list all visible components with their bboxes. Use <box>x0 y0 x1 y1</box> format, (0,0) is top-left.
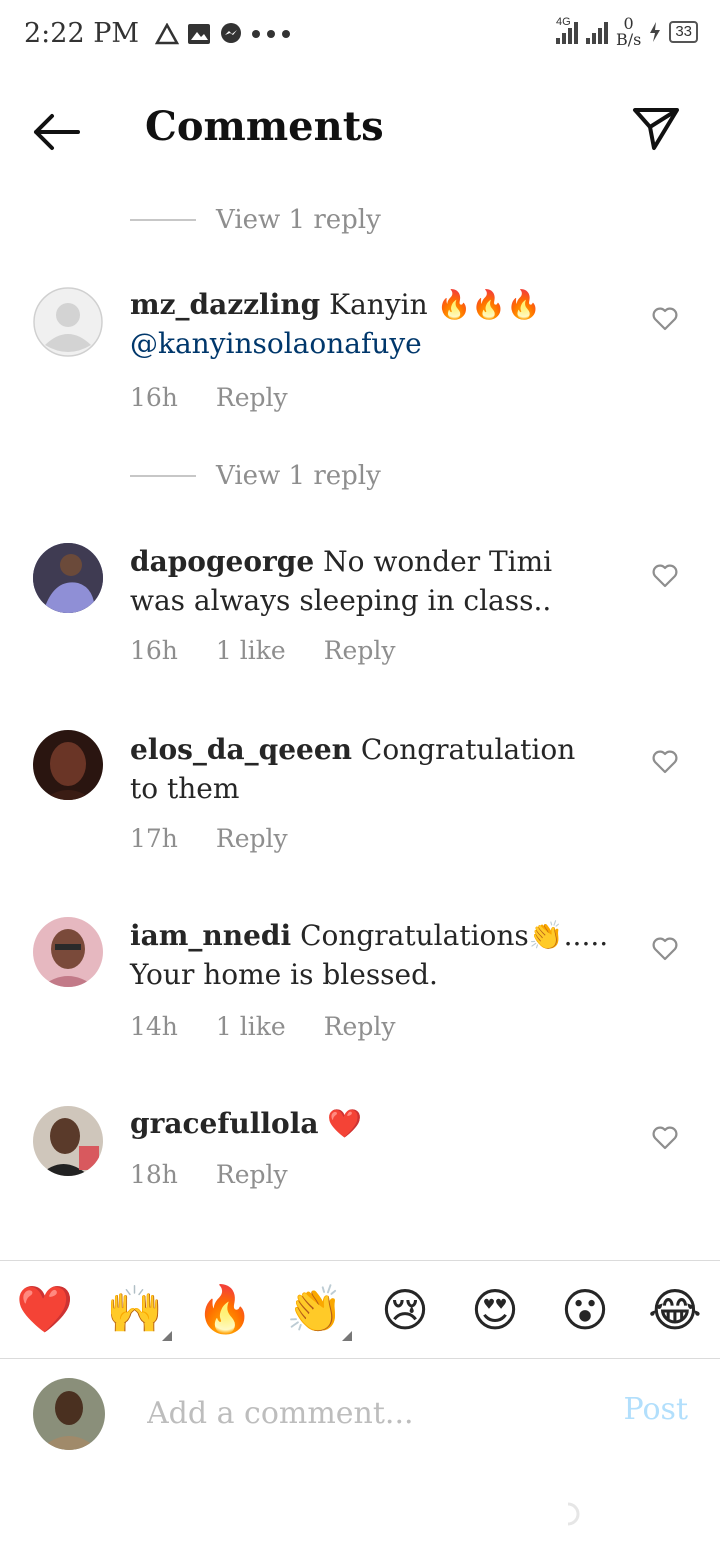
page-title: Comments <box>145 103 384 150</box>
comment-text-block: gracefullola ❤️ <box>130 1104 610 1143</box>
more-dots-icon <box>252 30 290 38</box>
profile-photo <box>33 543 103 613</box>
comment-meta: 16h Reply <box>130 383 288 412</box>
profile-photo <box>33 1106 103 1176</box>
comment-time: 18h <box>130 1160 178 1189</box>
emoji-raised-hands[interactable]: 🙌 <box>100 1282 172 1341</box>
avatar[interactable] <box>33 287 103 357</box>
my-avatar <box>33 1378 105 1450</box>
emoji-heart[interactable]: ❤️ <box>10 1282 80 1337</box>
like-count[interactable]: 1 like <box>216 1012 286 1041</box>
comment-text-block: dapogeorge No wonder Timi was always sle… <box>130 542 610 620</box>
view-replies-label: View 1 reply <box>216 205 381 235</box>
status-bar: 2:22 PM 4G 0 B/s 33 <box>0 0 720 70</box>
view-replies-label: View 1 reply <box>216 461 381 491</box>
emoji-quick-bar: ❤️ 🙌 🔥 👏 😢 😍 😮 😂 <box>0 1260 720 1359</box>
heart-icon[interactable] <box>652 307 678 331</box>
avatar[interactable] <box>33 543 103 613</box>
comment-time: 16h <box>130 383 178 412</box>
comment-meta: 16h 1 like Reply <box>130 636 395 665</box>
messenger-icon <box>221 23 241 43</box>
profile-photo <box>33 1378 105 1450</box>
post-button[interactable]: Post <box>624 1392 688 1427</box>
profile-photo <box>33 730 103 800</box>
network-type: 4G <box>555 16 571 28</box>
comment-username[interactable]: dapogeorge <box>130 545 314 578</box>
avatar[interactable] <box>33 917 103 987</box>
signal-icon <box>585 20 608 44</box>
speed-unit: B/s <box>615 30 642 49</box>
emoji-clap[interactable]: 👏 <box>280 1282 352 1341</box>
comment-meta: 18h Reply <box>130 1160 288 1189</box>
send-icon[interactable] <box>632 105 680 151</box>
net-speed: 0 B/s <box>616 16 641 48</box>
emoji-clap-glyph: 👏 <box>286 1282 344 1336</box>
emoji-laughing[interactable]: 😂 <box>640 1283 710 1337</box>
reply-button[interactable]: Reply <box>324 636 396 665</box>
heart-icon[interactable] <box>652 750 678 774</box>
heart-icon[interactable] <box>652 1126 678 1150</box>
emoji-fire[interactable]: 🔥 <box>190 1282 260 1337</box>
skin-tone-indicator-icon <box>342 1331 352 1341</box>
profile-photo <box>33 917 103 987</box>
reply-button[interactable]: Reply <box>216 1160 288 1189</box>
avatar[interactable] <box>33 730 103 800</box>
reply-button[interactable]: Reply <box>324 1012 396 1041</box>
comment-username[interactable]: mz_dazzling <box>130 288 320 321</box>
avatar[interactable] <box>33 1106 103 1176</box>
heart-icon[interactable] <box>652 937 678 961</box>
heart-icon[interactable] <box>652 564 678 588</box>
home-gesture-icon <box>567 1502 580 1526</box>
divider-line <box>130 475 196 477</box>
view-replies-button[interactable]: View 1 reply <box>130 205 381 235</box>
view-replies-button[interactable]: View 1 reply <box>130 461 381 491</box>
comment-time: 14h <box>130 1012 178 1041</box>
comment-text: ❤️ <box>327 1107 363 1140</box>
reply-button[interactable]: Reply <box>216 383 288 412</box>
header: Comments <box>0 85 720 180</box>
status-time: 2:22 PM <box>24 18 140 49</box>
system-icons: 4G 0 B/s 33 <box>555 16 698 48</box>
emoji-raised-hands-glyph: 🙌 <box>106 1282 164 1336</box>
battery-icon: 33 <box>669 21 698 43</box>
comment-username[interactable]: iam_nnedi <box>130 919 291 952</box>
charging-icon <box>650 22 661 42</box>
comment-text-block: mz_dazzling Kanyin 🔥🔥🔥 @kanyinsolaonafuy… <box>130 285 610 363</box>
divider-line <box>130 219 196 221</box>
like-count[interactable]: 1 like <box>216 636 286 665</box>
comment-time: 16h <box>130 636 178 665</box>
comment-text: Kanyin 🔥🔥🔥 <box>329 288 542 321</box>
comment-input[interactable] <box>145 1390 599 1436</box>
comment-meta: 14h 1 like Reply <box>130 1012 395 1041</box>
comment-username[interactable]: gracefullola <box>130 1107 318 1140</box>
reply-button[interactable]: Reply <box>216 824 288 853</box>
comment-composer: Post <box>0 1358 720 1468</box>
signal-icon: 4G <box>555 16 578 44</box>
emoji-heart-eyes[interactable]: 😍 <box>460 1283 530 1337</box>
mention-link[interactable]: @kanyinsolaonafuye <box>130 327 422 360</box>
emoji-crying[interactable]: 😢 <box>370 1283 440 1337</box>
notification-icons <box>155 22 291 46</box>
alert-icon <box>155 23 179 45</box>
comment-text-block: iam_nnedi Congratulations👏..... Your hom… <box>130 916 610 994</box>
comment-meta: 17h Reply <box>130 824 288 853</box>
default-avatar-icon <box>33 287 103 357</box>
skin-tone-indicator-icon <box>162 1331 172 1341</box>
arrow-left-icon[interactable] <box>30 110 82 154</box>
image-icon <box>188 24 210 44</box>
emoji-surprised[interactable]: 😮 <box>550 1283 620 1337</box>
comment-text-block: elos_da_qeeen Congratulation to them <box>130 730 610 808</box>
comment-username[interactable]: elos_da_qeeen <box>130 733 352 766</box>
comment-time: 17h <box>130 824 178 853</box>
